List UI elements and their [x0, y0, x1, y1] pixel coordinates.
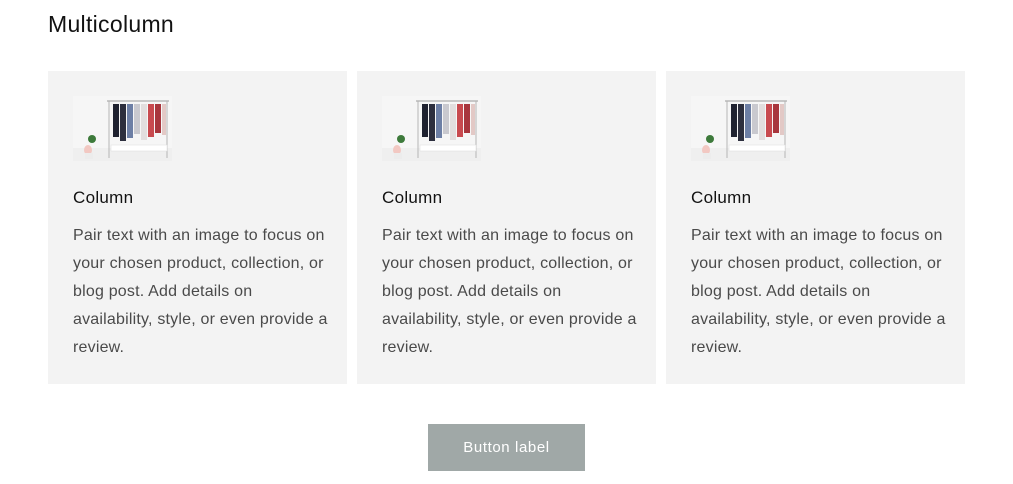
- column-text: Pair text with an image to focus on your…: [73, 227, 328, 356]
- clothing-rack-image: [382, 96, 481, 161]
- clothing-rack-image: [73, 96, 172, 161]
- column-card: Column Pair text with an image to focus …: [357, 71, 656, 384]
- multicolumn-list: Column Pair text with an image to focus …: [48, 71, 965, 384]
- column-heading: Column: [73, 188, 134, 207]
- column-heading: Column: [382, 188, 443, 207]
- clothing-rack-image: [691, 96, 790, 161]
- column-card: Column Pair text with an image to focus …: [48, 71, 347, 384]
- column-heading: Column: [691, 188, 752, 207]
- cta-button[interactable]: Button label: [428, 424, 585, 471]
- section-title: Multicolumn: [48, 11, 175, 37]
- column-card: Column Pair text with an image to focus …: [666, 71, 965, 384]
- column-text: Pair text with an image to focus on your…: [382, 227, 637, 356]
- column-text: Pair text with an image to focus on your…: [691, 227, 946, 356]
